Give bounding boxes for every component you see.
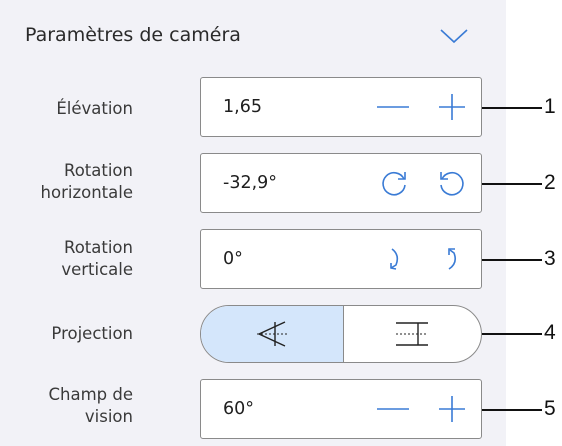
tilt-down-icon[interactable]: [387, 244, 403, 274]
field-of-view-label: Champ de vision: [3, 384, 133, 428]
vertical-rotation-label: Rotation verticale: [3, 237, 133, 281]
callout-number-1: 1: [544, 95, 556, 118]
plus-icon[interactable]: [439, 94, 465, 120]
horizontal-rotation-value[interactable]: -32,9°: [223, 173, 277, 193]
tilt-up-icon[interactable]: [445, 244, 461, 274]
camera-settings-panel: Paramètres de caméra Élévation 1,65 Rota…: [0, 0, 506, 446]
field-of-view-value[interactable]: 60°: [223, 399, 254, 419]
rotate-counterclockwise-icon[interactable]: [437, 168, 467, 198]
vertical-rotation-field[interactable]: 0°: [200, 229, 482, 289]
callout-line-5: [482, 409, 542, 411]
projection-label: Projection: [3, 323, 133, 345]
callout-line-3: [482, 259, 542, 261]
callout-line-1: [482, 107, 542, 109]
rotate-clockwise-icon[interactable]: [379, 168, 409, 198]
minus-icon[interactable]: [377, 407, 409, 411]
elevation-field[interactable]: 1,65: [200, 77, 482, 137]
projection-toggle[interactable]: [200, 305, 482, 363]
projection-label-text: Projection: [51, 324, 133, 343]
field-of-view-label-line1: Champ de: [48, 385, 133, 404]
horizontal-rotation-label-line2: horizontale: [40, 183, 133, 202]
field-of-view-field[interactable]: 60°: [200, 379, 482, 439]
elevation-value[interactable]: 1,65: [223, 97, 262, 117]
chevron-down-icon[interactable]: [439, 28, 469, 44]
minus-icon[interactable]: [377, 105, 409, 109]
horizontal-rotation-label-line1: Rotation: [63, 161, 133, 180]
vertical-rotation-value[interactable]: 0°: [223, 249, 243, 269]
callout-line-2: [482, 183, 542, 185]
horizontal-rotation-field[interactable]: -32,9°: [200, 153, 482, 213]
callout-number-2: 2: [544, 171, 556, 194]
orthographic-projection-icon: [396, 322, 428, 346]
callout-number-5: 5: [544, 397, 556, 420]
elevation-label-text: Élévation: [56, 99, 133, 118]
elevation-label: Élévation: [3, 98, 133, 120]
perspective-projection-icon: [257, 321, 287, 347]
horizontal-rotation-label: Rotation horizontale: [3, 160, 133, 204]
panel-title: Paramètres de caméra: [25, 24, 241, 46]
callout-number-4: 4: [544, 321, 556, 344]
vertical-rotation-label-line1: Rotation: [63, 238, 133, 257]
callout-line-4: [482, 333, 542, 335]
perspective-projection-option[interactable]: [201, 306, 344, 362]
callout-number-3: 3: [544, 247, 556, 270]
orthographic-projection-option[interactable]: [343, 306, 481, 362]
plus-icon[interactable]: [439, 396, 465, 422]
vertical-rotation-label-line2: verticale: [61, 260, 133, 279]
field-of-view-label-line2: vision: [84, 407, 133, 426]
